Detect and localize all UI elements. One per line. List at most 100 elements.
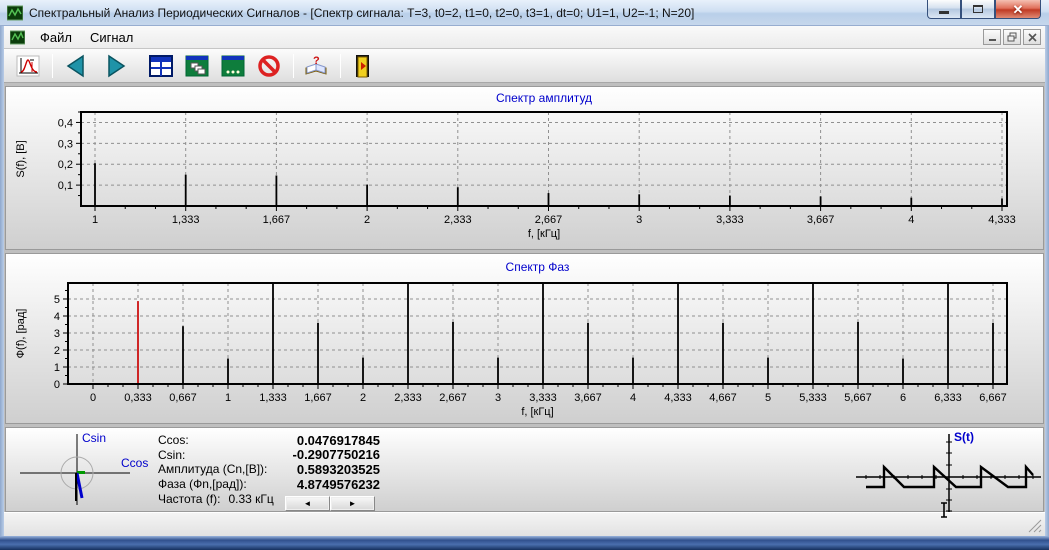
- svg-text:S(f), [В]: S(f), [В]: [15, 140, 27, 177]
- harmonic-info-panel: Csin Ccos Ccos: 0.0476917845 Csin: -0.29…: [5, 427, 1044, 518]
- maximize-icon: [973, 5, 983, 13]
- ccos-label: Ccos:: [158, 433, 189, 448]
- svg-text:4: 4: [54, 311, 60, 323]
- toolbar-signal-button[interactable]: [219, 52, 247, 80]
- svg-text:Спектр амплитуд: Спектр амплитуд: [496, 91, 592, 105]
- csin-row: Csin: -0.2907750216: [158, 447, 380, 463]
- toolbar-forward-button[interactable]: [103, 52, 131, 80]
- cascade-windows-icon: [185, 55, 209, 76]
- svg-text:1: 1: [225, 392, 231, 404]
- exit-door-icon: [356, 54, 369, 77]
- svg-text:3: 3: [54, 328, 60, 340]
- svg-text:3: 3: [636, 214, 642, 226]
- csin-value: -0.2907750216: [292, 447, 380, 463]
- maximize-button[interactable]: [961, 0, 995, 19]
- svg-text:0,333: 0,333: [124, 392, 152, 404]
- close-icon: ✕: [1012, 1, 1024, 17]
- toolbar-table-button[interactable]: [147, 52, 175, 80]
- minimize-icon: [939, 10, 949, 14]
- svg-text:3,333: 3,333: [716, 214, 744, 226]
- ccos-axis-label: Ccos: [121, 456, 148, 470]
- toolbar-cascade-button[interactable]: [183, 52, 211, 80]
- prev-harmonic-button[interactable]: ◄: [285, 496, 330, 511]
- svg-text:f, [кГц]: f, [кГц]: [521, 406, 553, 418]
- svg-text:6: 6: [900, 392, 906, 404]
- mdi-close-icon: [1027, 32, 1037, 42]
- mdi-child-icon: [10, 30, 25, 44]
- svg-text:0,667: 0,667: [169, 392, 197, 404]
- next-harmonic-button[interactable]: ►: [330, 496, 375, 511]
- svg-text:4,333: 4,333: [664, 392, 692, 404]
- svg-text:0: 0: [54, 379, 60, 391]
- svg-text:0,3: 0,3: [58, 138, 73, 150]
- svg-text:2,667: 2,667: [439, 392, 467, 404]
- ccos-row: Ccos: 0.0476917845: [158, 433, 380, 448]
- mdi-restore-icon: [1007, 32, 1017, 42]
- toolbar-back-button[interactable]: [61, 52, 89, 80]
- svg-text:3,667: 3,667: [807, 214, 835, 226]
- toolbar-stop-button[interactable]: [255, 52, 283, 80]
- help-book-icon: ?: [305, 55, 327, 75]
- svg-text:1,667: 1,667: [304, 392, 332, 404]
- text-cursor: [941, 502, 947, 518]
- svg-text:5: 5: [765, 392, 771, 404]
- table-view-icon: [149, 54, 173, 77]
- mdi-minimize-icon: [988, 38, 996, 41]
- nav-back-icon: [66, 54, 84, 77]
- mdi-restore-button[interactable]: [1003, 29, 1021, 45]
- spectrum-plot-icon: [16, 55, 40, 76]
- svg-text:2: 2: [364, 214, 370, 226]
- phase-spectrum-panel: 0 1 2 3 4 5 0 0,333 0,667 1 1,333 1,667 2 2,333 2,667 3…: [5, 253, 1044, 424]
- svg-text:0,2: 0,2: [58, 159, 73, 171]
- toolbar-help-button[interactable]: ?: [302, 52, 330, 80]
- phasor-diagram: Csin Ccos: [20, 431, 148, 505]
- svg-text:2,333: 2,333: [444, 214, 472, 226]
- svg-text:2,333: 2,333: [394, 392, 422, 404]
- mdi-minimize-button[interactable]: [983, 29, 1001, 45]
- svg-text:1: 1: [92, 214, 98, 226]
- toolbar-spectrum-button[interactable]: [14, 52, 42, 80]
- amplitude-row: Амплитуда (Cn,[В]): 0.5893203525: [158, 462, 380, 477]
- menubar: Файл Сигнал: [4, 26, 1045, 49]
- svg-text:1,667: 1,667: [263, 214, 291, 226]
- svg-text:4: 4: [908, 214, 914, 226]
- svg-text:?: ?: [313, 55, 320, 67]
- svg-text:3,333: 3,333: [529, 392, 557, 404]
- svg-text:Спектр Фаз: Спектр Фаз: [506, 260, 570, 274]
- amplitude-spectrum-chart[interactable]: 0,1 0,2 0,3 0,4 1 1,333 1,667 2 2,333 2,667 3 3,333…: [6, 87, 1043, 249]
- amplitude-label: Амплитуда (Cn,[В]):: [158, 462, 268, 477]
- signal-label: S(t): [954, 430, 974, 444]
- csin-axis-label: Csin: [82, 431, 106, 445]
- menu-signal[interactable]: Сигнал: [81, 28, 142, 47]
- csin-label: Csin:: [158, 447, 186, 462]
- svg-text:0,1: 0,1: [58, 180, 73, 192]
- svg-text:2,667: 2,667: [535, 214, 563, 226]
- resize-grip-icon[interactable]: [1028, 519, 1042, 533]
- svg-text:1,333: 1,333: [259, 392, 287, 404]
- svg-text:3: 3: [495, 392, 501, 404]
- svg-text:5,667: 5,667: [844, 392, 872, 404]
- toolbar-exit-button[interactable]: [349, 52, 377, 80]
- window-border-bottom: [0, 536, 1049, 550]
- phase-label: Фаза (Фn,[рад]):: [158, 477, 247, 492]
- svg-text:f, [кГц]: f, [кГц]: [528, 228, 560, 240]
- app-window: Спектральный Анализ Периодических Сигнал…: [0, 0, 1049, 550]
- signal-view-icon: [221, 55, 245, 76]
- app-icon: [7, 5, 23, 20]
- statusbar: [4, 512, 1045, 536]
- svg-text:1,333: 1,333: [172, 214, 200, 226]
- frequency-value: 0.33 кГц: [228, 492, 274, 507]
- toolbar: ?: [4, 49, 1045, 83]
- phase-value: 4.8749576232: [296, 476, 380, 492]
- menu-file[interactable]: Файл: [31, 28, 81, 47]
- close-button[interactable]: ✕: [995, 0, 1041, 19]
- svg-text:6,667: 6,667: [979, 392, 1007, 404]
- phase-spectrum-chart[interactable]: 0 1 2 3 4 5 0 0,333 0,667 1 1,333 1,667 2 2,333 2,667 3…: [6, 254, 1043, 423]
- minimize-button[interactable]: [927, 0, 961, 19]
- phase-row: Фаза (Фn,[рад]): 4.8749576232: [158, 477, 380, 492]
- toolbar-separator: [52, 53, 53, 78]
- svg-text:6,333: 6,333: [934, 392, 962, 404]
- toolbar-separator: [293, 53, 294, 78]
- nav-forward-icon: [108, 54, 126, 77]
- mdi-close-button[interactable]: [1023, 29, 1041, 45]
